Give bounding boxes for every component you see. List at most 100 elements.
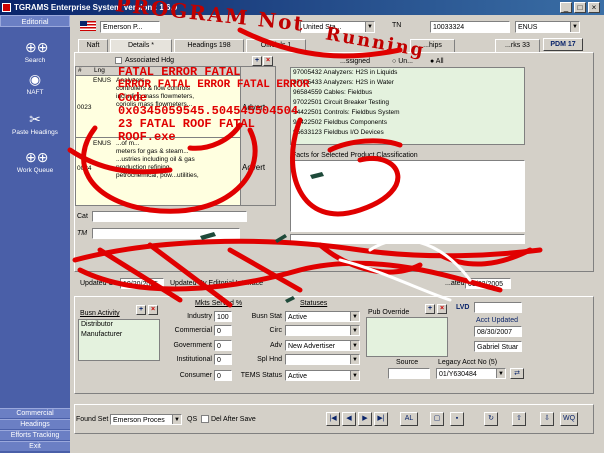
- legacy-value: 01/Y630484: [439, 371, 477, 378]
- close-window-button[interactable]: ×: [588, 2, 600, 13]
- delete-activity-button[interactable]: ×: [148, 305, 158, 315]
- nav-exit[interactable]: Exit: [0, 441, 70, 451]
- col-num-header: #: [78, 67, 82, 74]
- minimize-button[interactable]: _: [560, 2, 572, 13]
- table-row[interactable]: 0024 ENUS ...of m... meters for gas & st…: [76, 139, 244, 205]
- legacy-lookup-button[interactable]: ⇄: [510, 368, 524, 379]
- al-button[interactable]: AL: [400, 412, 418, 426]
- lang-select[interactable]: ENUS ▼: [515, 21, 580, 33]
- list-item[interactable]: Distributor: [79, 320, 159, 330]
- list-item[interactable]: 94422502 Fieldbus Components: [291, 118, 524, 128]
- chevron-down-icon: ▼: [350, 312, 359, 321]
- last-record-button[interactable]: ▶|: [374, 412, 388, 426]
- nav-item-work-queue[interactable]: ⊕⊕ Work Queue: [0, 149, 70, 174]
- row-lng: ENUS: [93, 77, 112, 84]
- list-item[interactable]: Manufacturer: [79, 330, 159, 340]
- refresh-icon[interactable]: ↻: [484, 412, 498, 426]
- list-item[interactable]: 97022501 Circuit Breaker Testing: [291, 98, 524, 108]
- tab-officials[interactable]: Officials 1: [246, 39, 306, 52]
- created-label: ...ated: [445, 280, 465, 287]
- nav-header-editorial[interactable]: Editorial: [0, 15, 70, 27]
- mkt-label: Institutional: [176, 356, 212, 363]
- prev-record-button[interactable]: ◀: [342, 412, 356, 426]
- add-activity-button[interactable]: +: [136, 305, 146, 315]
- adv-select[interactable]: New Advertiser ▼: [285, 340, 360, 351]
- row-num: 0023: [77, 104, 92, 111]
- source-label: Source: [396, 359, 419, 366]
- add-pub-button[interactable]: +: [425, 304, 435, 314]
- mkt-label: Industry: [187, 313, 212, 320]
- del-after-save-label: Del After Save: [211, 416, 256, 423]
- chevron-down-icon: ▼: [496, 369, 505, 378]
- wq-button[interactable]: WQ: [560, 412, 578, 426]
- found-set-label: Found Set: [76, 416, 109, 423]
- lvd-field[interactable]: [474, 302, 522, 313]
- status-label: Circ: [269, 327, 282, 334]
- mkt-commercial-field[interactable]: 0: [214, 325, 232, 336]
- delete-pub-button[interactable]: ×: [437, 304, 447, 314]
- maximize-button[interactable]: □: [574, 2, 586, 13]
- delete-icon[interactable]: ×: [263, 56, 273, 66]
- tab-headings[interactable]: Headings 198: [174, 39, 244, 52]
- busn-stat-select[interactable]: Active ▼: [285, 311, 360, 322]
- chevron-down-icon: ▼: [570, 22, 579, 32]
- list-item[interactable]: 96584559 Cables: Fieldbus: [291, 88, 524, 98]
- cat-label: Cat: [77, 213, 88, 220]
- facts-box[interactable]: [290, 160, 525, 232]
- product-class-list[interactable]: 97005432 Analyzers: H2S in Liquids 97005…: [290, 67, 525, 145]
- tems-status-select[interactable]: Active ▼: [285, 370, 360, 381]
- import-icon[interactable]: ⇩: [540, 412, 554, 426]
- nav-efforts-tracking[interactable]: Efforts Tracking: [0, 430, 70, 440]
- updated-date: 10/20/2005: [120, 278, 164, 289]
- company-field[interactable]: Emerson P...: [100, 21, 160, 33]
- mkt-institutional-field[interactable]: 0: [214, 354, 232, 365]
- next-record-button[interactable]: ▶: [358, 412, 372, 426]
- nav-item-search[interactable]: ⊕⊕ Search: [0, 39, 70, 64]
- chevron-down-icon: ▼: [350, 326, 359, 335]
- lang-value: ENUS: [518, 24, 538, 31]
- nav-headings[interactable]: Headings: [0, 419, 70, 429]
- tab-details[interactable]: Details *: [110, 39, 172, 52]
- list-item[interactable]: 97005433 Analyzers: H2S in Water: [291, 78, 524, 88]
- statuses-label: Statuses: [300, 300, 328, 307]
- row-lng: ENUS: [93, 140, 112, 147]
- new-record-icon[interactable]: ▢: [430, 412, 444, 426]
- first-record-button[interactable]: |◀: [326, 412, 340, 426]
- found-set-value: Emerson Proces: [113, 417, 165, 424]
- list-item[interactable]: 97005432 Analyzers: H2S in Liquids: [291, 68, 524, 78]
- list-item[interactable]: 94422501 Controls: Fieldbus System: [291, 108, 524, 118]
- facts-input[interactable]: [290, 234, 525, 244]
- del-after-save-checkbox[interactable]: [201, 415, 209, 423]
- nav-item-paste-headings[interactable]: ✂ Paste Headings: [0, 111, 70, 136]
- add-icon[interactable]: +: [252, 56, 262, 66]
- list-item[interactable]: 95633123 Fieldbus I/O Devices: [291, 128, 524, 138]
- row-text: ...of m... meters for gas & steam... ...…: [116, 140, 241, 180]
- tab-remarks[interactable]: ...rks 33: [495, 39, 540, 52]
- mkt-industry-field[interactable]: 100: [214, 311, 232, 322]
- busn-activity-list[interactable]: Distributor Manufacturer: [78, 319, 160, 361]
- found-set-select[interactable]: Emerson Proces ▼: [110, 414, 182, 425]
- mkt-government-field[interactable]: 0: [214, 340, 232, 351]
- pub-override-list[interactable]: [366, 317, 448, 357]
- export-icon[interactable]: ⇧: [512, 412, 526, 426]
- status-value: Active: [288, 373, 308, 380]
- mkts-served-label: Mkts Served %: [195, 300, 243, 307]
- assoc-checkbox[interactable]: [115, 57, 122, 64]
- left-nav: Editorial ⊕⊕ Search ◉ NAFT ✂ Paste Headi…: [0, 15, 70, 453]
- app-icon: [2, 3, 11, 12]
- acct-updated-label: Acct Updated: [476, 317, 519, 324]
- cat-field[interactable]: [92, 211, 247, 222]
- tab-naft[interactable]: Naft: [78, 39, 108, 52]
- row-line: meters for gas & steam...: [116, 148, 189, 155]
- radio-all[interactable]: ● All: [430, 58, 444, 65]
- save-icon[interactable]: ▪: [450, 412, 464, 426]
- tm-field[interactable]: [92, 228, 240, 239]
- nav-item-naft[interactable]: ◉ NAFT: [0, 71, 70, 96]
- legacy-acct-select[interactable]: 01/Y630484 ▼: [436, 368, 506, 379]
- tn-field[interactable]: 10033324: [430, 21, 510, 33]
- pdm-button[interactable]: PDM 17: [543, 38, 583, 51]
- spl-hnd-select[interactable]: ▼: [285, 354, 360, 365]
- circ-select[interactable]: ▼: [285, 325, 360, 336]
- nav-commercial[interactable]: Commercial: [0, 408, 70, 418]
- source-field[interactable]: [388, 368, 430, 379]
